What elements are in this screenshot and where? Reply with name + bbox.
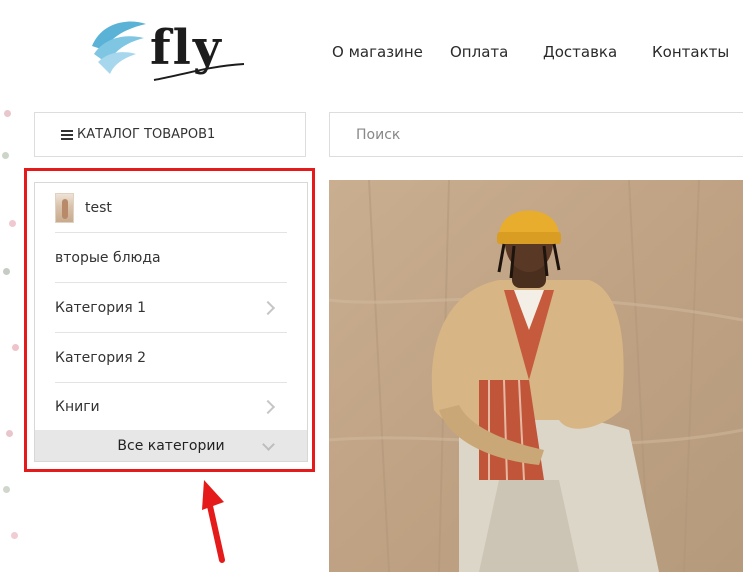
menu-item-category-1[interactable]: Категория 1 bbox=[55, 283, 287, 333]
main-nav: О магазине Оплата Доставка Контакты bbox=[332, 43, 743, 65]
site-logo[interactable]: fly bbox=[88, 14, 248, 90]
list-icon bbox=[61, 129, 73, 140]
hero-banner-image[interactable] bbox=[329, 180, 743, 572]
model-photo bbox=[329, 180, 743, 572]
menu-item-label: Категория 2 bbox=[55, 349, 146, 366]
menu-item-label: Категория 1 bbox=[55, 299, 146, 316]
menu-item-category-2[interactable]: Категория 2 bbox=[55, 333, 287, 383]
category-menu: test вторые блюда Категория 1 Категория … bbox=[34, 182, 308, 462]
chevron-down-icon bbox=[262, 438, 275, 451]
menu-item-label: test bbox=[85, 199, 112, 216]
all-categories-label: Все категории bbox=[117, 437, 225, 454]
floral-decoration bbox=[0, 100, 22, 572]
wing-icon bbox=[92, 21, 146, 74]
all-categories-button[interactable]: Все категории bbox=[35, 430, 307, 461]
nav-contacts[interactable]: Контакты bbox=[652, 43, 729, 61]
menu-item-second-courses[interactable]: вторые блюда bbox=[55, 233, 287, 283]
catalog-button-label: КАТАЛОГ ТОВАРОВ1 bbox=[77, 127, 216, 142]
chevron-right-icon bbox=[260, 399, 276, 414]
category-thumbnail bbox=[55, 192, 74, 223]
red-arrow-annotation bbox=[202, 480, 225, 563]
nav-about[interactable]: О магазине bbox=[332, 43, 423, 61]
chevron-right-icon bbox=[260, 300, 276, 315]
menu-item-books[interactable]: Книги bbox=[55, 383, 287, 430]
search-input[interactable] bbox=[329, 112, 743, 157]
menu-item-label: Книги bbox=[55, 398, 100, 415]
logo-swoosh bbox=[153, 63, 245, 81]
nav-payment[interactable]: Оплата bbox=[450, 43, 508, 61]
nav-delivery[interactable]: Доставка bbox=[543, 43, 617, 61]
menu-item-test[interactable]: test bbox=[55, 183, 287, 233]
menu-item-label: вторые блюда bbox=[55, 249, 161, 266]
catalog-button[interactable]: КАТАЛОГ ТОВАРОВ1 bbox=[34, 112, 306, 157]
